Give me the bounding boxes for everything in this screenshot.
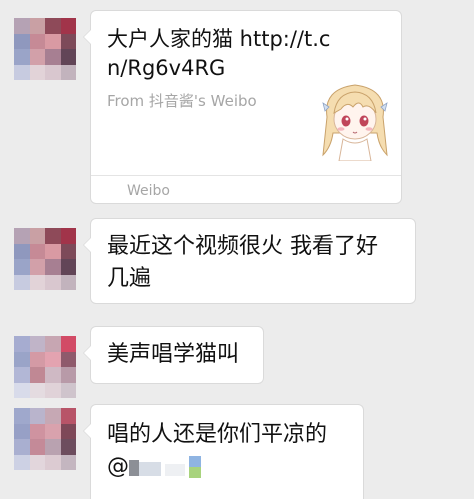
message-text: 唱的人还是你们平凉的 @ <box>91 405 363 495</box>
avatar-pixelated[interactable] <box>14 336 76 398</box>
mention-redacted-mask <box>129 456 207 478</box>
avatar-pixelated[interactable] <box>14 18 76 80</box>
message-text-line: 唱的人还是你们平凉的 <box>107 422 328 447</box>
chat-thread: 大户人家的猫 http://t.cn/Rg6v4RG From 抖音酱's We… <box>0 0 474 499</box>
text-message-bubble[interactable]: 唱的人还是你们平凉的 @ <box>83 404 364 499</box>
avatar-pixelated[interactable] <box>14 228 76 290</box>
text-message-bubble[interactable]: 美声唱学猫叫 <box>83 326 264 384</box>
text-message-bubble[interactable]: 最近这个视频很火 我看了好几遍 <box>83 218 416 304</box>
message-text: 美声唱学猫叫 <box>107 342 240 367</box>
message-text: 最近这个视频很火 我看了好几遍 <box>107 234 378 291</box>
link-card-divider <box>91 175 401 176</box>
link-card-title[interactable]: 大户人家的猫 http://t.cn/Rg6v4RG <box>107 25 347 83</box>
avatar-pixelated[interactable] <box>14 408 76 470</box>
link-card-bubble[interactable]: 大户人家的猫 http://t.cn/Rg6v4RG From 抖音酱's We… <box>83 10 402 204</box>
mention-at-sign: @ <box>107 454 129 479</box>
link-card-source: From 抖音酱's Weibo <box>107 92 257 110</box>
mention[interactable]: @ <box>107 451 207 483</box>
link-card-footer-app: Weibo <box>127 183 170 199</box>
anime-girl-thumbnail <box>322 84 388 161</box>
